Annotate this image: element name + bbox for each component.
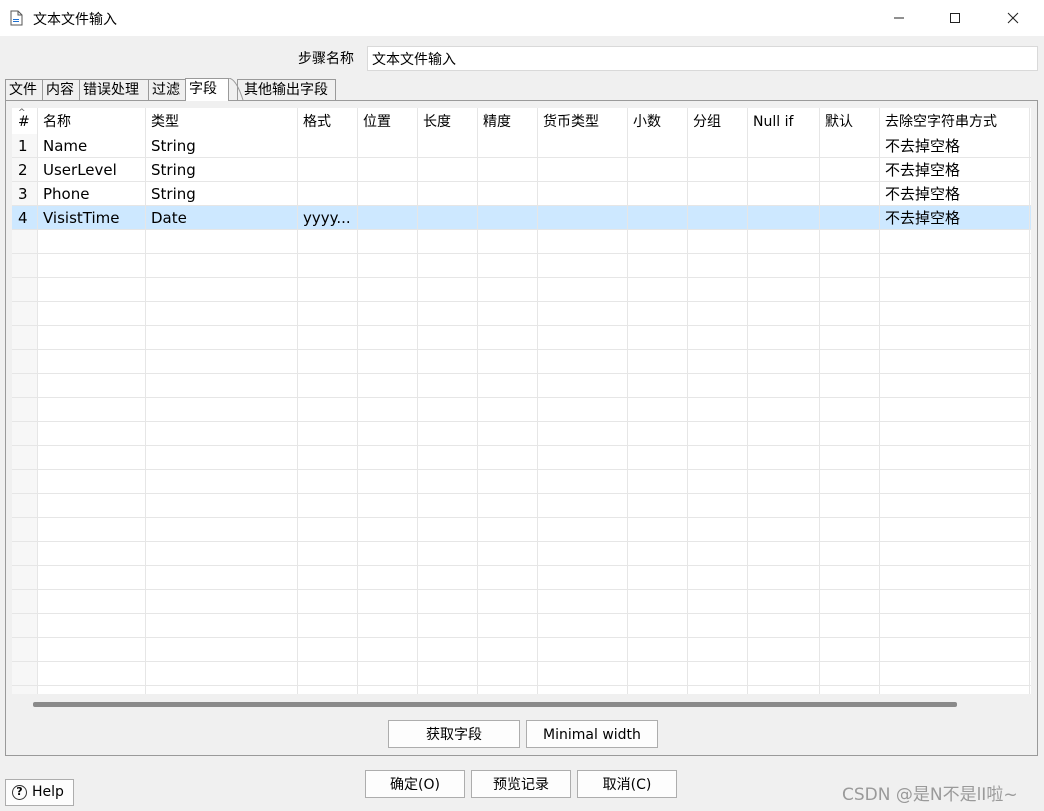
close-button[interactable] — [990, 0, 1036, 36]
step-name-input[interactable] — [367, 46, 1038, 71]
field-trim-cell[interactable]: 不去掉空格 — [885, 158, 960, 181]
field-name-cell[interactable]: Phone — [43, 182, 89, 205]
column-divider — [417, 108, 418, 694]
field-format-cell[interactable]: yyyy... — [303, 206, 359, 229]
column-header-default[interactable]: 默认 — [825, 112, 853, 132]
help-button[interactable]: ? Help — [5, 779, 74, 806]
step-name-label: 步骤名称 — [298, 51, 354, 67]
field-format-cell[interactable] — [303, 134, 359, 157]
row-number: 2 — [18, 161, 28, 179]
get-fields-button[interactable]: 获取字段 — [388, 720, 520, 748]
column-header-null-if[interactable]: Null if — [753, 112, 793, 132]
ok-button[interactable]: 确定(O) — [365, 770, 465, 798]
watermark: CSDN @是N不是lI啦~ — [842, 785, 1018, 805]
close-icon — [1007, 12, 1019, 24]
tab-content[interactable]: 内容 — [42, 79, 80, 100]
field-type-cell[interactable]: String — [151, 134, 196, 157]
help-icon: ? — [12, 785, 27, 800]
horizontal-scrollbar[interactable] — [12, 694, 1031, 714]
column-divider — [477, 108, 478, 694]
tab-other-output-fields[interactable]: 其他输出字段 — [237, 79, 336, 100]
column-header-currency[interactable]: 货币类型 — [543, 112, 599, 132]
document-icon — [10, 10, 23, 26]
column-header-type[interactable]: 类型 — [151, 112, 179, 132]
minimize-icon — [894, 17, 904, 19]
column-divider — [879, 108, 880, 694]
tab-fields[interactable]: 字段 — [185, 78, 229, 101]
column-header-position[interactable]: 位置 — [363, 112, 391, 132]
column-divider — [819, 108, 820, 694]
maximize-button[interactable] — [932, 0, 978, 36]
column-header-number[interactable]: # — [18, 112, 30, 132]
field-name-cell[interactable]: VisistTime — [43, 206, 120, 229]
field-format-cell[interactable] — [303, 158, 359, 181]
help-label: Help — [32, 784, 64, 800]
window-title: 文本文件输入 — [33, 12, 117, 28]
column-header-precision[interactable]: 精度 — [483, 112, 511, 132]
column-divider — [687, 108, 688, 694]
field-trim-cell[interactable]: 不去掉空格 — [885, 206, 960, 229]
field-type-cell[interactable]: String — [151, 182, 196, 205]
column-divider — [297, 108, 298, 694]
fields-table[interactable]: 1 Name String 不去掉空格 2 UserLevel String 不… — [12, 108, 1031, 694]
field-trim-cell[interactable]: 不去掉空格 — [885, 182, 960, 205]
maximize-icon — [950, 13, 960, 23]
column-header-decimal[interactable]: 小数 — [633, 112, 661, 132]
tab-file[interactable]: 文件 — [5, 79, 43, 100]
tab-error-handling[interactable]: 错误处理 — [79, 79, 149, 100]
field-type-cell[interactable]: String — [151, 158, 196, 181]
title-bar: 文本文件输入 — [0, 0, 1044, 36]
scrollbar-thumb[interactable] — [33, 702, 957, 707]
column-header-group[interactable]: 分组 — [693, 112, 721, 132]
row-number: 3 — [18, 185, 28, 203]
column-divider — [37, 108, 38, 694]
field-name-cell[interactable]: UserLevel — [43, 158, 117, 181]
field-type-cell[interactable]: Date — [151, 206, 187, 229]
cancel-button[interactable]: 取消(C) — [577, 770, 677, 798]
row-number: 1 — [18, 137, 28, 155]
column-divider — [145, 108, 146, 694]
column-header-name[interactable]: 名称 — [43, 112, 71, 132]
row-number: 4 — [18, 209, 28, 227]
column-divider — [627, 108, 628, 694]
column-header-length[interactable]: 长度 — [423, 112, 451, 132]
tab-edge-decoration — [228, 78, 244, 101]
column-header-format[interactable]: 格式 — [303, 112, 331, 132]
column-header-trim-type[interactable]: 去除空字符串方式 — [885, 112, 997, 132]
minimal-width-button[interactable]: Minimal width — [526, 720, 658, 748]
column-divider — [1029, 108, 1030, 694]
column-divider — [357, 108, 358, 694]
field-format-cell[interactable] — [303, 182, 359, 205]
field-trim-cell[interactable]: 不去掉空格 — [885, 134, 960, 157]
column-divider — [537, 108, 538, 694]
field-name-cell[interactable]: Name — [43, 134, 87, 157]
column-divider — [747, 108, 748, 694]
preview-button[interactable]: 预览记录 — [471, 770, 571, 798]
minimize-button[interactable] — [876, 0, 922, 36]
tab-filter[interactable]: 过滤 — [148, 79, 186, 100]
